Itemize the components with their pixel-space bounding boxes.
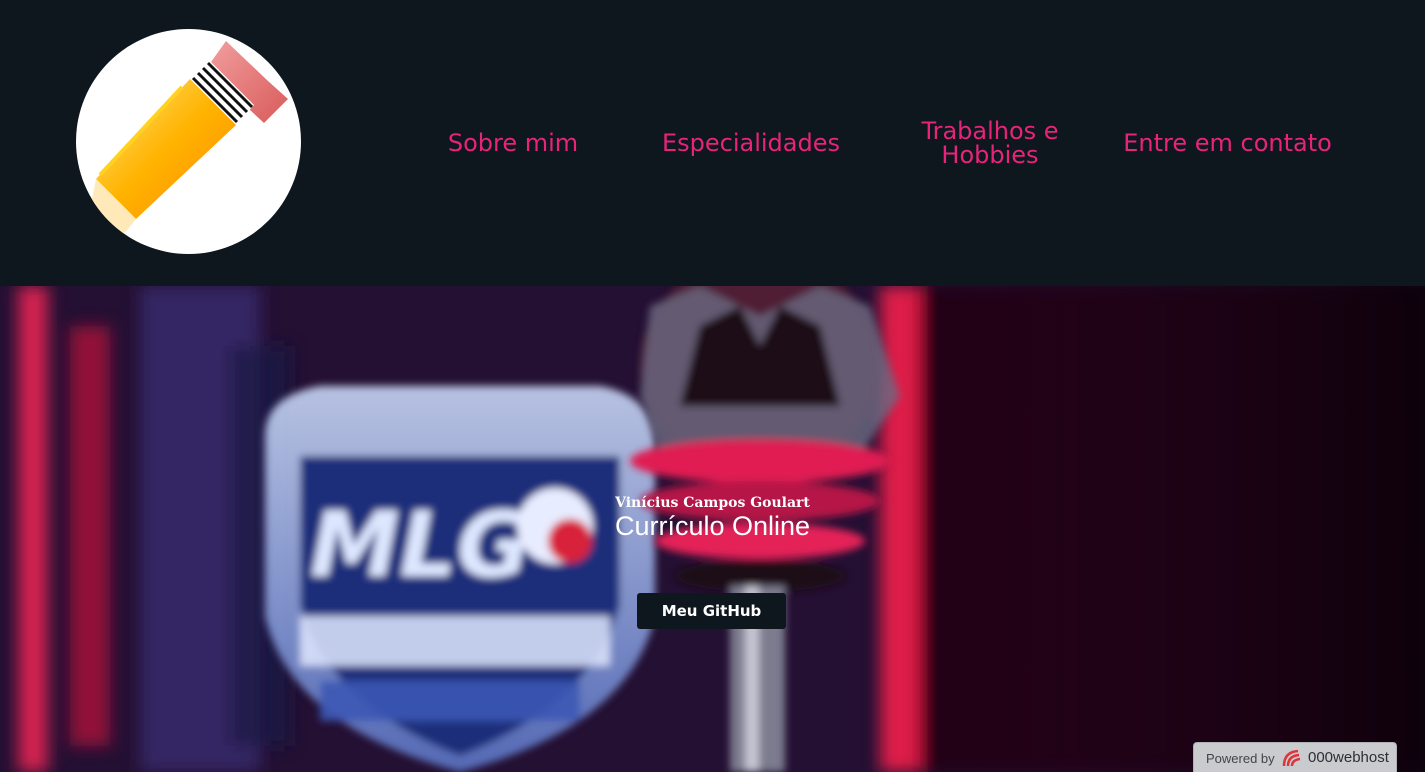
nav-link-especialidades[interactable]: Especialidades <box>660 131 842 155</box>
github-button[interactable]: Meu GitHub <box>637 593 786 629</box>
nav-link-sobre-mim[interactable]: Sobre mim <box>443 131 583 155</box>
powered-by-badge[interactable]: Powered by 000webhost <box>1193 742 1397 772</box>
svg-text:MLG: MLG <box>310 493 531 598</box>
pencil-icon <box>92 41 288 241</box>
hero-section: MLG Vinícius Campos Goulart Currículo On… <box>0 286 1425 772</box>
logo[interactable] <box>76 29 301 254</box>
nav-link-contato[interactable]: Entre em contato <box>1120 131 1335 155</box>
nav-link-trabalhos-hobbies[interactable]: Trabalhos e Hobbies <box>910 119 1070 167</box>
hero-name: Vinícius Campos Goulart <box>615 495 810 511</box>
hero-title: Currículo Online <box>614 511 811 541</box>
000webhost-brand: 000webhost <box>1308 749 1389 766</box>
powered-by-label: Powered by <box>1206 751 1275 766</box>
site-header: Sobre mim Especialidades Trabalhos e Hob… <box>0 0 1425 286</box>
000webhost-logo-icon <box>1282 749 1301 767</box>
